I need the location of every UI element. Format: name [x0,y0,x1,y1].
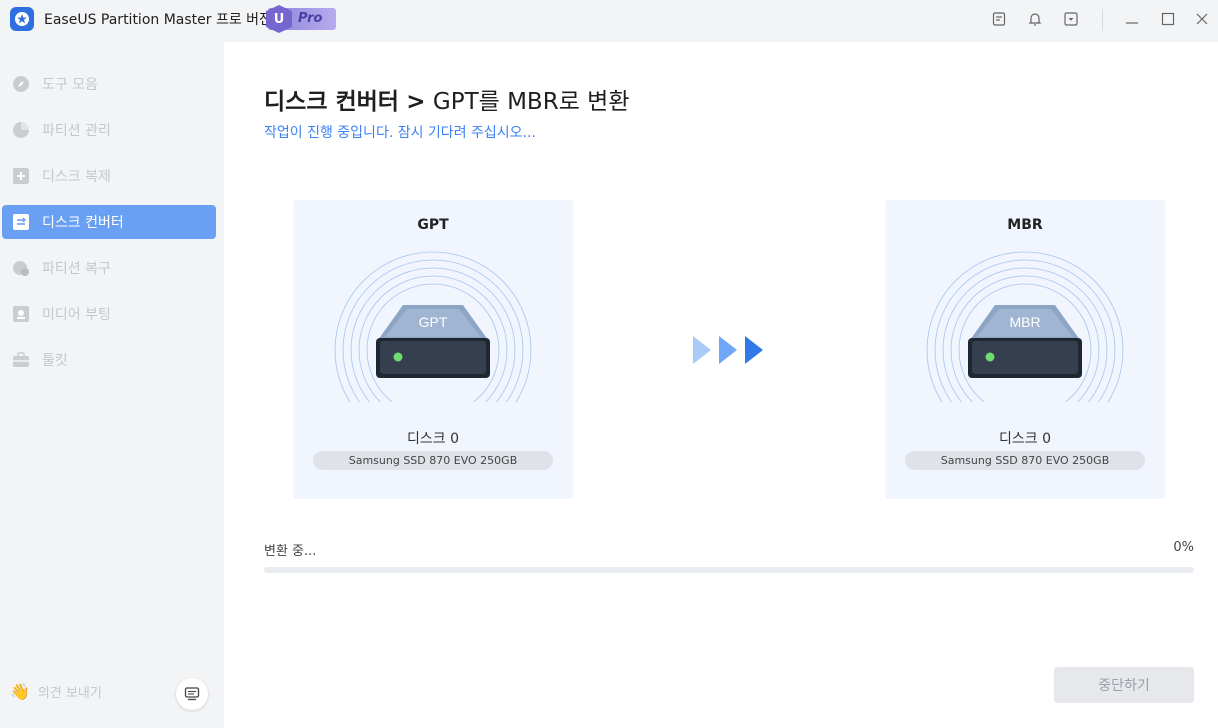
edition-badge-letter: U [266,5,292,33]
waving-hand-icon: 👋 [10,682,30,701]
progress-label: 변환 중... [264,544,317,559]
recovery-icon [12,259,30,277]
chat-icon [184,687,200,701]
sidebar-item-label: 미디어 부팅 [42,307,111,323]
sidebar-item-label: 툴킷 [42,353,68,369]
sidebar-item-toolkit[interactable]: 툴킷 [2,343,216,377]
source-disk-label: 디스크 0 [407,431,459,447]
converter-icon [12,213,30,231]
dropdown-menu-icon[interactable] [1061,9,1081,29]
sidebar-item-label: 디스크 컨버터 [42,215,124,231]
convert-arrows-icon [693,336,763,364]
maximize-icon[interactable] [1158,9,1178,29]
compass-icon [12,75,30,93]
page-title-separator: > [406,89,426,115]
sidebar-item-boot-media[interactable]: 미디어 부팅 [2,297,216,331]
sidebar-item-label: 디스크 복제 [42,169,111,185]
sidebar-item-disk-converter[interactable]: 디스크 컨버터 [2,205,216,239]
target-partition-style: MBR [1007,217,1043,233]
sidebar-item-disk-clone[interactable]: 디스크 복제 [2,159,216,193]
app-logo-icon [10,7,34,31]
clone-icon [12,167,30,185]
sidebar-item-tools[interactable]: 도구 모음 [2,67,216,101]
feedback-label: 의견 보내기 [37,686,102,701]
target-disk-card: MBR MBR 디스크 0 Samsung SSD 870 EVO 250GB [885,200,1165,499]
disk-drive-icon: GPT [333,251,533,410]
close-icon[interactable] [1192,9,1212,29]
disk-drive-icon: MBR [925,251,1125,410]
titlebar-divider [1102,9,1103,31]
sidebar-item-label: 파티션 복구 [42,261,111,277]
target-disk-label: 디스크 0 [999,431,1051,447]
progress-percent: 0% [1173,540,1194,555]
chat-button[interactable] [176,678,208,710]
target-disk-model: Samsung SSD 870 EVO 250GB [905,451,1145,470]
edition-badge-text: Pro [298,11,323,26]
sidebar: 도구 모음 파티션 관리 디스크 복제 디스크 컨버터 파티션 복구 미디어 부… [0,42,224,728]
boot-media-icon [12,305,30,323]
disk-icon-style-label: GPT [419,314,448,330]
status-message: 작업이 진행 중입니다. 잠시 기다려 주십시오... [264,125,536,141]
minimize-icon[interactable] [1122,9,1142,29]
toolbox-icon [12,351,30,369]
page-title-operation: GPT를 MBR로 변환 [432,89,630,115]
source-disk-model: Samsung SSD 870 EVO 250GB [313,451,553,470]
progress-bar [264,567,1194,573]
sidebar-item-label: 도구 모음 [42,77,98,93]
sidebar-item-partition-manager[interactable]: 파티션 관리 [2,113,216,147]
feedback-link[interactable]: 👋 의견 보내기 [10,682,102,701]
bell-icon[interactable] [1025,9,1045,29]
page-title-section: 디스크 컨버터 [264,89,399,115]
notes-icon[interactable] [989,9,1009,29]
page-title: 디스크 컨버터 > GPT를 MBR로 변환 [264,82,629,116]
disk-icon-style-label: MBR [1009,314,1040,330]
source-partition-style: GPT [417,217,449,233]
sidebar-item-label: 파티션 관리 [42,123,111,139]
sidebar-item-partition-recovery[interactable]: 파티션 복구 [2,251,216,285]
pie-chart-icon [12,121,30,139]
title-bar: EaseUS Partition Master 프로 버전 U Pro [0,0,1218,42]
pro-edition-badge[interactable]: U Pro [266,5,336,33]
stop-button[interactable]: 중단하기 [1054,667,1194,703]
source-disk-card: GPT GPT 디스크 0 Samsung SSD 870 EVO 250GB [293,200,573,499]
app-title: EaseUS Partition Master 프로 버전 [44,12,272,28]
